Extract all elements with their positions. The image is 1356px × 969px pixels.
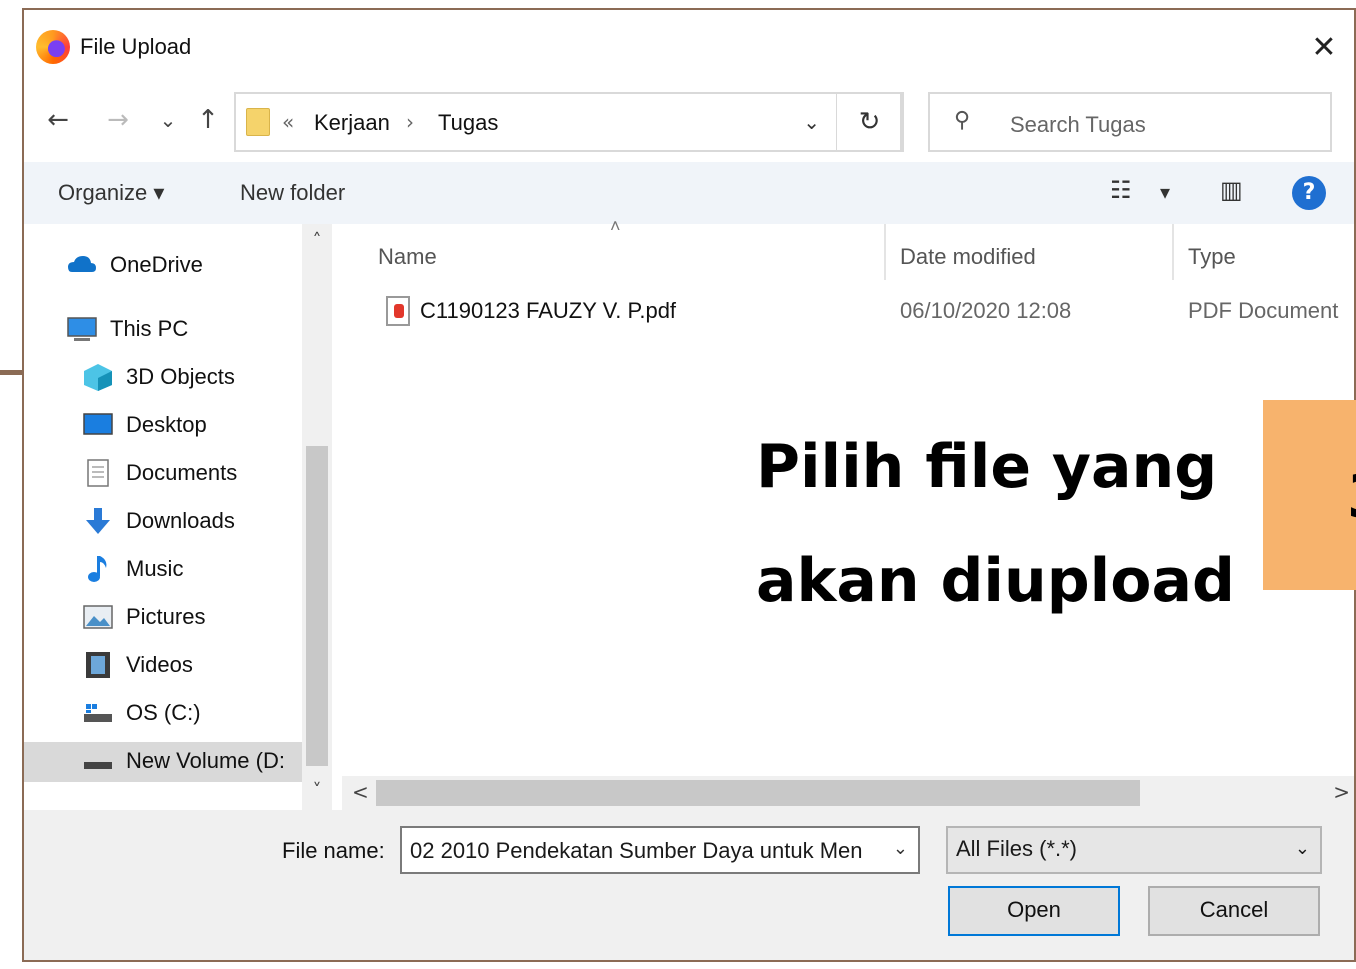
- preview-pane-icon[interactable]: ▥: [1220, 176, 1243, 204]
- scroll-right-button[interactable]: >: [1333, 780, 1350, 804]
- sidebar-item-label: 3D Objects: [126, 364, 235, 389]
- view-options-icon[interactable]: ☷: [1110, 176, 1132, 204]
- breadcrumb-separator[interactable]: ›: [406, 110, 414, 134]
- sidebar-item-music[interactable]: Music: [82, 550, 296, 590]
- navigation-pane: OneDrive This PC 3D Objects Desktop Docu…: [24, 224, 302, 810]
- scroll-up-button[interactable]: ˄: [302, 230, 332, 251]
- up-button[interactable]: ↑: [190, 102, 226, 138]
- sidebar-item-label: Documents: [126, 460, 238, 485]
- sidebar-item-os-c[interactable]: OS (C:): [82, 694, 296, 734]
- column-header-date-modified[interactable]: Date modified: [900, 244, 1036, 270]
- computer-icon: [67, 317, 97, 341]
- pictures-icon: [83, 605, 113, 629]
- address-bar[interactable]: « Kerjaan › Tugas ⌄: [234, 92, 902, 152]
- dialog-footer: File name: 02 2010 Pendekatan Sumber Day…: [24, 810, 1354, 960]
- callout-line-2: akan diupload: [756, 546, 1235, 616]
- file-name-input[interactable]: 02 2010 Pendekatan Sumber Daya untuk Men…: [400, 826, 920, 874]
- recent-locations-button[interactable]: ⌄: [150, 102, 186, 138]
- scroll-down-button[interactable]: ˅: [302, 780, 332, 801]
- sidebar-item-new-volume-d[interactable]: New Volume (D:: [24, 742, 302, 782]
- column-header-type[interactable]: Type: [1188, 244, 1236, 270]
- breadcrumb-tugas[interactable]: Tugas: [438, 110, 498, 136]
- search-icon: ⚲: [954, 108, 971, 133]
- sidebar-item-label: Downloads: [126, 508, 235, 533]
- file-type-filter-select[interactable]: All Files (*.*) ⌄: [946, 826, 1322, 874]
- refresh-button[interactable]: ↻: [836, 92, 904, 152]
- file-name-value: 02 2010 Pendekatan Sumber Daya untuk Men: [410, 838, 863, 863]
- drive-icon: [84, 762, 112, 769]
- instruction-callout: Pilih file yang akan diupload: [756, 410, 1235, 638]
- back-button[interactable]: ←: [40, 102, 76, 138]
- column-divider[interactable]: [884, 224, 886, 280]
- sidebar-item-onedrive[interactable]: OneDrive: [66, 246, 296, 286]
- column-divider[interactable]: [1172, 224, 1174, 280]
- column-header-name[interactable]: Name: [378, 244, 437, 270]
- sidebar-item-label: This PC: [110, 316, 189, 341]
- sidebar-item-this-pc[interactable]: This PC: [66, 310, 296, 350]
- sidebar-item-label: OS (C:): [126, 700, 201, 725]
- cancel-button[interactable]: Cancel: [1148, 886, 1320, 936]
- close-button[interactable]: ✕: [1306, 30, 1342, 66]
- cube-icon: [84, 364, 112, 391]
- file-name: C1190123 FAUZY V. P.pdf: [420, 298, 677, 323]
- sidebar-item-label: OneDrive: [110, 252, 203, 277]
- sidebar-item-pictures[interactable]: Pictures: [82, 598, 296, 638]
- sidebar-item-documents[interactable]: Documents: [82, 454, 296, 494]
- address-dropdown-icon[interactable]: ⌄: [803, 110, 820, 134]
- firefox-icon: [36, 30, 70, 64]
- search-box[interactable]: ⚲ Search Tugas: [928, 92, 1332, 152]
- file-list-horizontal-scrollbar[interactable]: < >: [342, 776, 1354, 810]
- new-folder-button[interactable]: New folder: [240, 180, 345, 206]
- document-icon: [87, 459, 109, 487]
- help-button[interactable]: ?: [1292, 176, 1326, 210]
- background-window-edge: [0, 0, 22, 969]
- folder-icon: [246, 108, 270, 136]
- drive-icon: [84, 704, 112, 722]
- pdf-icon: [386, 296, 410, 326]
- forward-button[interactable]: →: [100, 102, 136, 138]
- file-type: PDF Document: [1188, 298, 1339, 323]
- sidebar-item-label: Desktop: [126, 412, 207, 437]
- title-bar: File Upload ✕: [24, 10, 1354, 82]
- cloud-icon: [68, 256, 96, 272]
- sidebar-item-videos[interactable]: Videos: [82, 646, 296, 686]
- search-placeholder: Search Tugas: [1010, 112, 1146, 137]
- step-number: 3: [1347, 462, 1356, 532]
- download-icon: [86, 508, 110, 534]
- scrollbar-thumb[interactable]: [306, 446, 328, 766]
- command-toolbar: Organize ▾ New folder ☷ ▾ ▥ ?: [24, 162, 1354, 224]
- filter-dropdown-icon[interactable]: ⌄: [1295, 838, 1310, 859]
- dialog-title: File Upload: [80, 34, 192, 59]
- background-divider: [0, 370, 22, 375]
- sidebar-item-desktop[interactable]: Desktop: [82, 406, 296, 446]
- open-button[interactable]: Open: [948, 886, 1120, 936]
- address-prefix: «: [282, 110, 295, 134]
- music-icon: [88, 556, 107, 582]
- sidebar-item-label: Pictures: [126, 604, 206, 629]
- callout-line-1: Pilih file yang: [756, 432, 1218, 502]
- file-name-dropdown-icon[interactable]: ⌄: [893, 838, 908, 859]
- file-name-label: File name:: [282, 838, 385, 863]
- desktop-icon: [83, 413, 113, 435]
- navigation-pane-scrollbar[interactable]: ˄ ˅: [302, 224, 332, 810]
- file-date-modified: 06/10/2020 12:08: [900, 298, 1072, 323]
- sidebar-item-3d-objects[interactable]: 3D Objects: [82, 358, 296, 398]
- sidebar-item-downloads[interactable]: Downloads: [82, 502, 296, 542]
- breadcrumb-kerjaan[interactable]: Kerjaan: [314, 110, 390, 136]
- sidebar-item-label: Videos: [126, 652, 193, 677]
- scrollbar-thumb[interactable]: [376, 780, 1140, 806]
- sidebar-item-label: New Volume (D:: [126, 748, 285, 773]
- navigation-bar: ← → ⌄ ↑ « Kerjaan › Tugas ⌄ ↻ ⚲ Search T…: [24, 82, 1354, 162]
- file-type-filter-value: All Files (*.*): [956, 836, 1078, 861]
- step-number-badge: 3: [1263, 400, 1356, 590]
- organize-button[interactable]: Organize ▾: [58, 180, 164, 206]
- file-row[interactable]: C1190123 FAUZY V. P.pdf 06/10/2020 12:08…: [342, 288, 1354, 332]
- view-dropdown-icon[interactable]: ▾: [1160, 180, 1170, 204]
- video-icon: [86, 652, 110, 678]
- sidebar-item-label: Music: [126, 556, 184, 581]
- scroll-left-button[interactable]: <: [352, 780, 369, 804]
- sort-indicator-icon: ˄: [610, 216, 621, 236]
